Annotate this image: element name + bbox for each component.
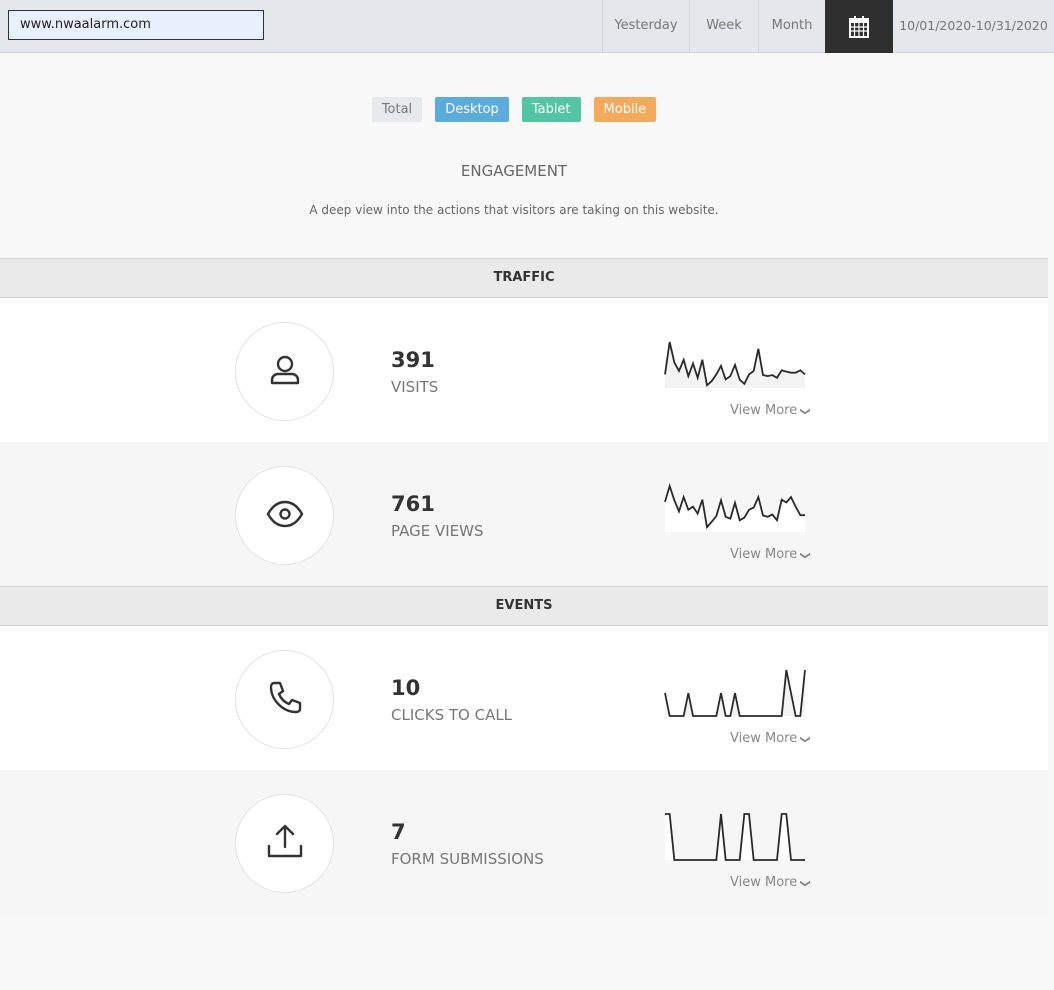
filter-desktop[interactable]: Desktop [435, 97, 509, 122]
metric-icon-circle [235, 650, 334, 749]
metric-row: 391 VISITS View More ❯ [0, 298, 1048, 442]
eye-icon [265, 494, 305, 538]
sparkline-area [665, 814, 805, 860]
view-more-link[interactable]: View More ❯ [730, 731, 812, 746]
user-icon [265, 350, 305, 394]
sparkline [664, 341, 806, 388]
phone-icon [265, 678, 305, 722]
range-week[interactable]: Week [689, 0, 758, 52]
view-more-link[interactable]: View More ❯ [730, 403, 812, 418]
metric-value: 7 [391, 820, 406, 844]
filter-total[interactable]: Total [371, 97, 423, 122]
sparkline [664, 482, 805, 532]
filter-tablet[interactable]: Tablet [521, 97, 581, 122]
view-more-label: View More [730, 403, 798, 418]
metric-label: FORM SUBMISSIONS [391, 850, 544, 868]
sparkline-area [665, 486, 805, 532]
metric-icon-circle [235, 794, 334, 893]
sparkline [665, 813, 805, 861]
date-range[interactable]: 10/01/2020-10/31/2020 [893, 0, 1054, 52]
device-filters: Total Desktop Tablet Mobile [0, 97, 1028, 122]
metric-icon-circle [235, 466, 334, 565]
metric-row: 7 FORM SUBMISSIONS View More ❯ [0, 770, 1048, 914]
page-subtitle: A deep view into the actions that visito… [309, 203, 719, 217]
metric-row: 10 CLICKS TO CALL View More ❯ [0, 626, 1048, 770]
sparkline [664, 669, 806, 717]
metric-label: PAGE VIEWS [391, 522, 484, 540]
metric-label: VISITS [391, 378, 439, 396]
metric-value: 391 [391, 348, 435, 372]
view-more-link[interactable]: View More ❯ [730, 547, 812, 562]
view-more-label: View More [730, 875, 798, 890]
upload-icon [265, 822, 305, 866]
metric-value: 10 [391, 676, 421, 700]
filter-mobile[interactable]: Mobile [593, 97, 657, 122]
section-events: EVENTS [0, 586, 1048, 626]
metric-icon-circle [235, 322, 334, 421]
chevron-down-icon: ❯ [800, 551, 812, 560]
range-month[interactable]: Month [758, 0, 825, 52]
view-more-label: View More [730, 547, 798, 562]
view-more-label: View More [730, 731, 798, 746]
chevron-down-icon: ❯ [800, 407, 812, 416]
metric-row: 761 PAGE VIEWS View More ❯ [0, 442, 1048, 586]
chevron-down-icon: ❯ [800, 735, 812, 744]
calendar-icon [849, 15, 869, 38]
chevron-down-icon: ❯ [800, 879, 812, 888]
top-bar: www.nwaalarm.com Yesterday Week Month 10… [0, 0, 1054, 53]
calendar-button[interactable] [825, 0, 893, 53]
metric-label: CLICKS TO CALL [391, 706, 513, 724]
range-yesterday[interactable]: Yesterday [602, 0, 689, 52]
site-selector[interactable]: www.nwaalarm.com [8, 10, 264, 40]
metric-value: 761 [391, 492, 435, 516]
page-title: ENGAGEMENT [460, 162, 568, 180]
view-more-link[interactable]: View More ❯ [730, 875, 812, 890]
section-traffic: TRAFFIC [0, 258, 1048, 298]
